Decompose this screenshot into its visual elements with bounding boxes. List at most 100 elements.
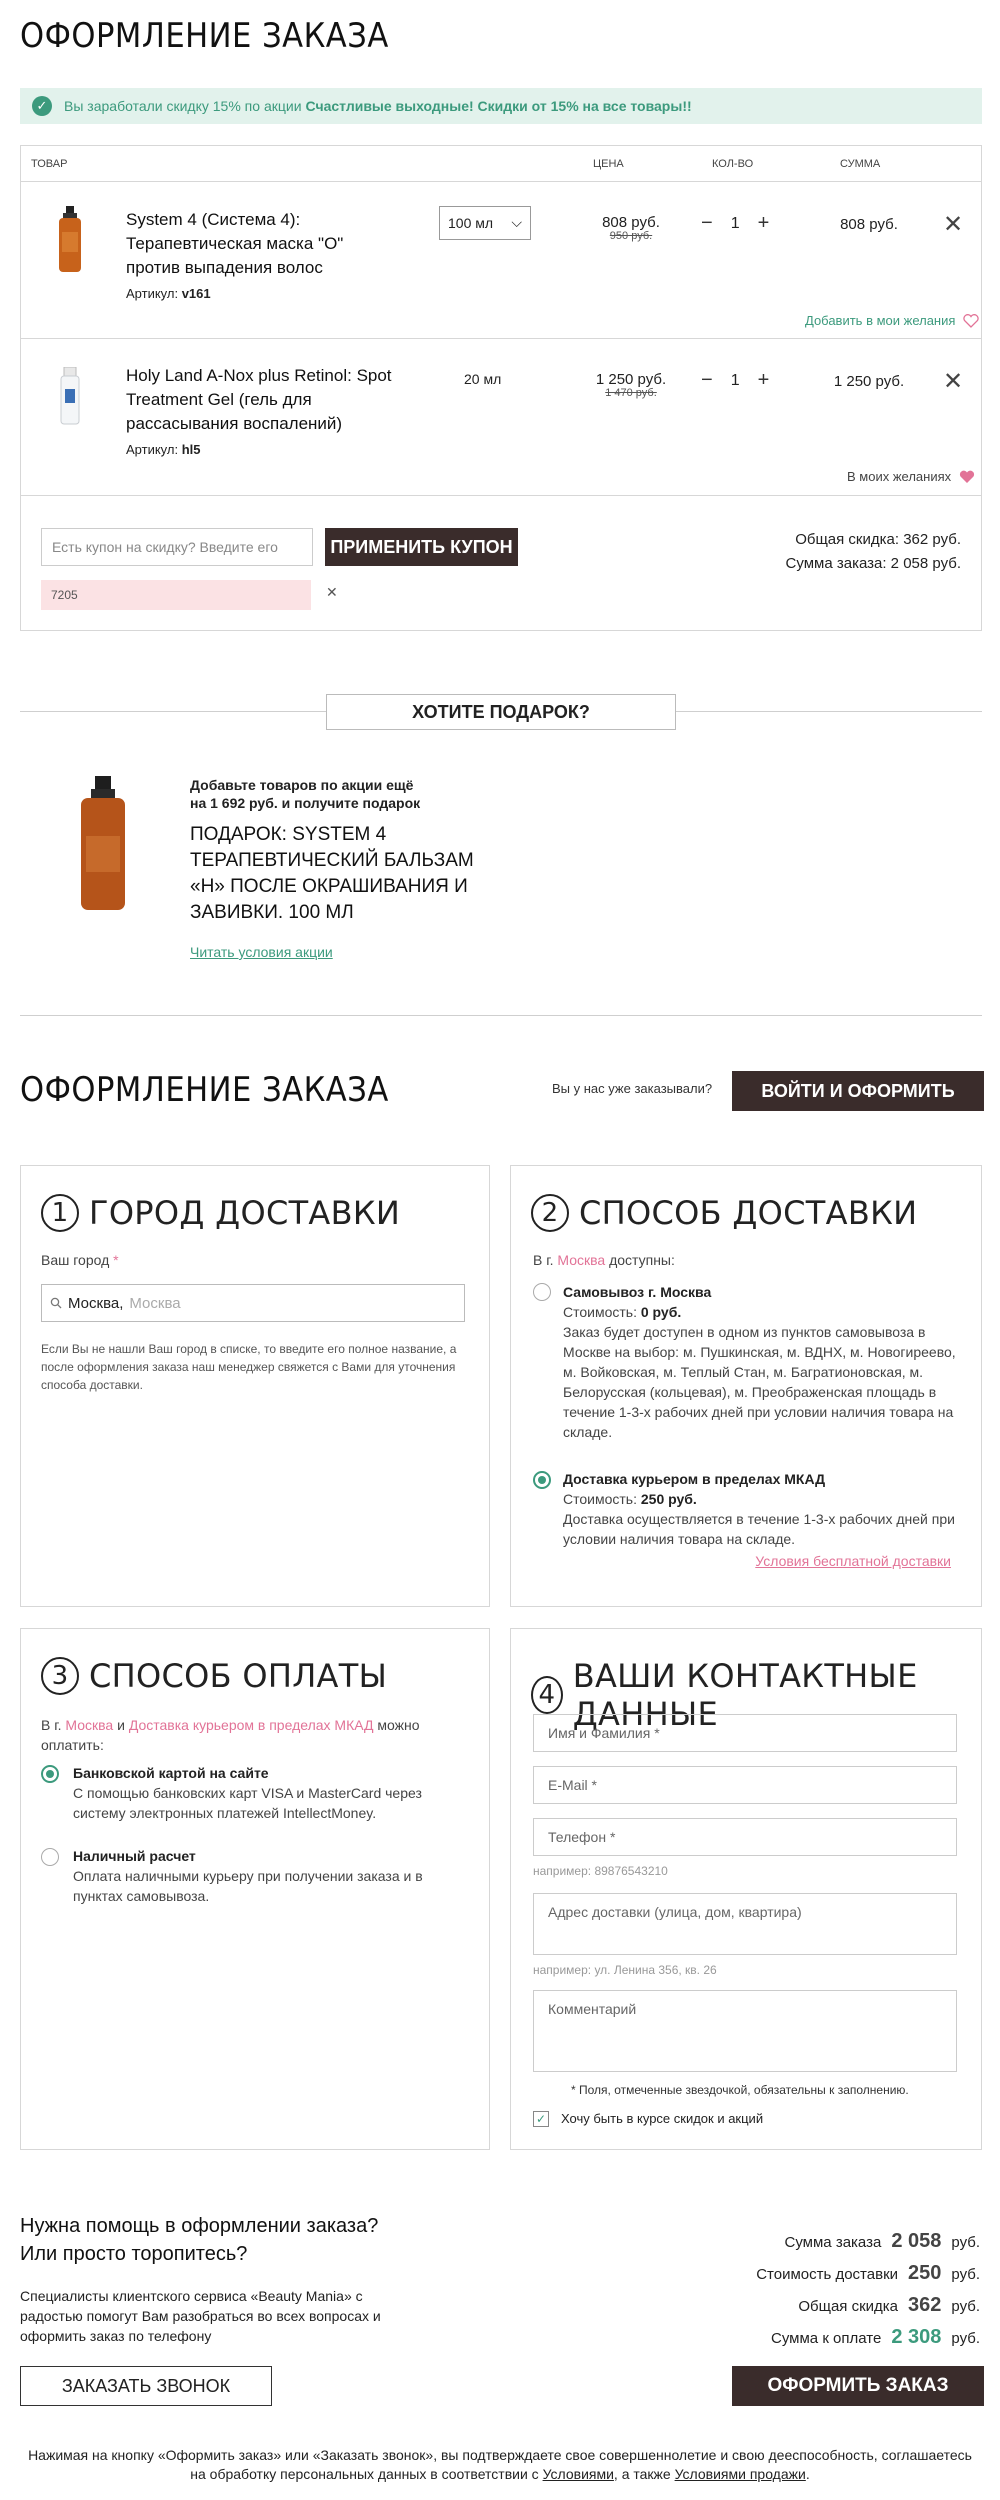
remove-coupon-button[interactable]: ✕ xyxy=(326,584,338,601)
product-image-shampoo[interactable] xyxy=(57,206,83,272)
delivery-radio-pickup[interactable] xyxy=(533,1283,551,1301)
already-ordered-text: Вы у нас уже заказывали? xyxy=(552,1081,713,1096)
intro-prefix: В г. xyxy=(41,1717,62,1733)
summary-label: Стоимость доставки xyxy=(756,2266,899,2283)
product-image-gel[interactable] xyxy=(59,367,81,425)
wishlist-label: В моих желаниях xyxy=(847,469,952,484)
payment-option-card[interactable]: Банковской картой на сайте С помощью бан… xyxy=(73,1763,463,1823)
row-sum: 1 250 руб. xyxy=(833,373,905,390)
city-help-text: Если Вы не нашли Ваш город в списке, то … xyxy=(41,1342,457,1392)
summary-label: Общая скидка xyxy=(798,2298,899,2315)
volume-select[interactable]: 100 мл ⌵ xyxy=(439,206,531,240)
apply-coupon-button[interactable]: ПРИМЕНИТЬ КУПОН xyxy=(325,528,518,566)
city-heading: ГОРОД ДОСТАВКИ xyxy=(89,1194,401,1232)
sale-terms-link[interactable]: Условиями продажи xyxy=(675,2466,806,2482)
payment-option-cash[interactable]: Наличный расчет Оплата наличными курьеру… xyxy=(73,1846,463,1906)
city-value: Москва, xyxy=(68,1294,124,1312)
place-order-button[interactable]: ОФОРМИТЬ ЗАКАЗ xyxy=(732,2366,984,2406)
summary-value: 2 308 xyxy=(891,2326,942,2348)
plus-button[interactable]: + xyxy=(758,369,770,392)
step-number: 4 xyxy=(531,1676,563,1714)
old-price: 950 руб. xyxy=(609,230,653,242)
option-title: Самовывоз г. Москва xyxy=(563,1284,712,1300)
callback-button[interactable]: ЗАКАЗАТЬ ЗВОНОК xyxy=(20,2366,272,2406)
summary-delivery: Стоимость доставки 250 руб. xyxy=(756,2262,980,2285)
phone-field[interactable]: Телефон * xyxy=(533,1818,957,1856)
city-input[interactable]: Москва, Москва xyxy=(41,1284,465,1322)
help-text: Специалисты клиентского сервиса «Beauty … xyxy=(20,2288,381,2344)
option-desc: Доставка осуществляется в течение 1-3-х … xyxy=(563,1511,955,1547)
intro-city: Москва xyxy=(65,1717,114,1733)
legal-text: на обработку персональных данных в соотв… xyxy=(190,2466,539,2482)
delivery-panel: 2 СПОСОБ ДОСТАВКИ В г. Москва доступны: С… xyxy=(510,1165,982,1607)
remove-item-button[interactable]: ✕ xyxy=(943,210,963,239)
email-field[interactable]: E-Mail * xyxy=(533,1766,957,1804)
delivery-option-pickup[interactable]: Самовывоз г. Москва Стоимость: 0 руб. За… xyxy=(563,1282,963,1442)
name-field[interactable]: Имя и Фамилия * xyxy=(533,1714,957,1752)
required-note: * Поля, отмеченные звездочкой, обязатель… xyxy=(571,2083,909,2097)
coupon-input[interactable]: Есть купон на скидку? Введите его xyxy=(41,528,313,566)
current-price: 808 руб. xyxy=(602,214,660,231)
option-desc: Заказ будет доступен в одном из пунктов … xyxy=(563,1324,956,1440)
address-field[interactable]: Адрес доставки (улица, дом, квартира) xyxy=(533,1893,957,1955)
payment-radio-cash[interactable] xyxy=(41,1848,59,1866)
heart-outline-icon xyxy=(963,313,980,328)
legal-text-2: , а также xyxy=(613,2466,671,2482)
delivery-intro: В г. Москва доступны: xyxy=(533,1252,675,1268)
cost-label: Стоимость: xyxy=(563,1304,637,1320)
summary-order-sum: Сумма заказа 2 058 руб. xyxy=(785,2230,980,2253)
price: 808 руб. 950 руб. xyxy=(571,214,691,242)
gift-terms-link[interactable]: Читать условия акции xyxy=(190,944,333,960)
sku-label: Артикул: xyxy=(126,442,179,457)
remove-item-button[interactable]: ✕ xyxy=(943,367,963,396)
product-name[interactable]: System 4 (Система 4): Терапевтическая ма… xyxy=(126,208,376,280)
payment-intro: В г. Москва и Доставка курьером в предел… xyxy=(41,1715,471,1755)
header-sum: СУММА xyxy=(840,158,881,170)
payment-title: 3 СПОСОБ ОПЛАТЫ xyxy=(41,1657,387,1695)
comment-field[interactable]: Комментарий xyxy=(533,1990,957,2072)
sku-label: Артикул: xyxy=(126,286,179,301)
login-and-checkout-button[interactable]: ВОЙТИ И ОФОРМИТЬ xyxy=(732,1071,984,1111)
city-suggestion: Москва xyxy=(129,1294,181,1312)
contacts-panel: 4 ВАШИ КОНТАКТНЫЕ ДАННЫЕ Имя и Фамилия * … xyxy=(510,1628,982,2150)
minus-button[interactable]: − xyxy=(701,212,713,235)
wishlist-label: Добавить в мои желания xyxy=(805,313,956,328)
product-sku: Артикул: hl5 xyxy=(126,442,201,457)
gift-product-image[interactable] xyxy=(78,776,128,910)
chevron-down-icon: ⌵ xyxy=(511,214,522,230)
add-to-wishlist[interactable]: Добавить в мои желания xyxy=(805,313,980,328)
header-qty: КОЛ-ВО xyxy=(712,158,754,170)
required-mark: * xyxy=(113,1252,119,1268)
step-number: 2 xyxy=(531,1194,569,1232)
in-wishlist[interactable]: В моих желаниях xyxy=(847,469,975,484)
cart-row: Holy Land A-Nox plus Retinol: Spot Treat… xyxy=(21,339,981,496)
check-circle-icon: ✓ xyxy=(32,96,52,116)
delivery-option-courier[interactable]: Доставка курьером в пределах МКАД Стоимо… xyxy=(563,1469,963,1549)
checkout-title: ОФОРМЛЕНИЕ ЗАКАЗА xyxy=(20,1070,389,1110)
intro-method: Доставка курьером в пределах МКАД xyxy=(128,1717,374,1733)
free-delivery-link[interactable]: Условия бесплатной доставки xyxy=(755,1553,951,1569)
summary-value: 362 xyxy=(908,2294,942,2316)
old-price: 1 470 руб. xyxy=(605,387,657,399)
current-price: 1 250 руб. xyxy=(595,371,667,388)
summary-unit: руб. xyxy=(951,2234,980,2251)
intro-city: Москва xyxy=(557,1252,606,1268)
payment-heading: СПОСОБ ОПЛАТЫ xyxy=(89,1657,388,1695)
volume-value: 20 мл xyxy=(464,371,502,387)
intro-available: доступны: xyxy=(609,1252,675,1268)
minus-button[interactable]: − xyxy=(701,369,713,392)
subscribe-label[interactable]: Хочу быть в курсе скидок и акций xyxy=(561,2111,763,2126)
product-name[interactable]: Holy Land A-Nox plus Retinol: Spot Treat… xyxy=(126,364,416,436)
summary-total: Сумма к оплате 2 308 руб. xyxy=(771,2326,980,2349)
gift-heading: ХОТИТЕ ПОДАРОК? xyxy=(326,694,676,730)
plus-button[interactable]: + xyxy=(758,212,770,235)
delivery-radio-courier[interactable] xyxy=(533,1471,551,1489)
page-title: ОФОРМЛЕНИЕ ЗАКАЗА xyxy=(20,16,389,56)
delivery-heading: СПОСОБ ДОСТАВКИ xyxy=(579,1194,918,1232)
payment-radio-card[interactable] xyxy=(41,1765,59,1783)
subscribe-checkbox[interactable]: ✓ xyxy=(533,2111,549,2127)
gift-name: ПОДАРОК: SYSTEM 4 ТЕРАПЕВТИЧЕСКИЙ БАЛЬЗА… xyxy=(190,824,474,923)
legal-line2: на обработку персональных данных в соотв… xyxy=(0,2465,1000,2484)
cart-totals: Общая скидка: 362 руб. Сумма заказа: 2 0… xyxy=(786,528,961,576)
terms-link[interactable]: Условиями xyxy=(543,2466,614,2482)
